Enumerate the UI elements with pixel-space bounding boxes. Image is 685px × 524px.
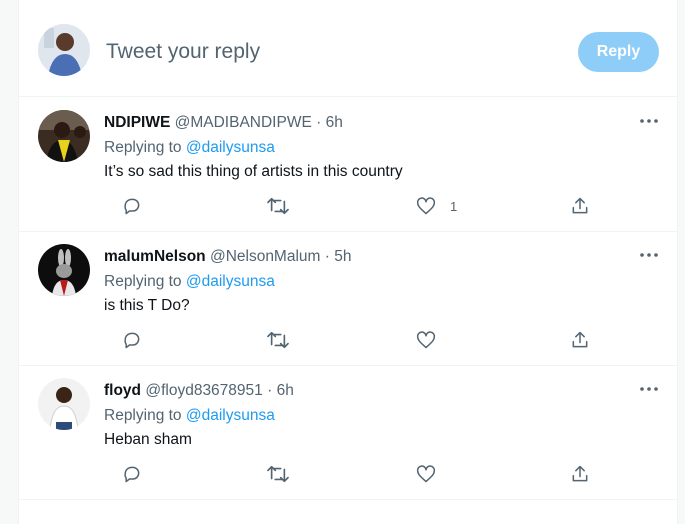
replying-label: Replying to [104, 407, 182, 424]
like-action[interactable] [416, 329, 450, 351]
separator: · [316, 114, 322, 131]
tweet-text: Heban sham [104, 431, 192, 448]
mention-link[interactable]: @dailysunsa [186, 273, 275, 290]
handle[interactable]: @floyd83678951 [145, 382, 262, 399]
replying-label: Replying to [104, 139, 182, 156]
retweet-action[interactable] [267, 463, 289, 485]
avatar[interactable] [38, 244, 90, 296]
retweet-action[interactable] [267, 195, 289, 217]
reply-button[interactable]: Reply [578, 32, 659, 72]
replying-to: Replying to @dailysunsa [104, 139, 275, 157]
tweet-actions: 1 [104, 195, 588, 217]
share-icon [570, 330, 590, 350]
avatar[interactable] [38, 378, 90, 430]
tweet-header: malumNelson @NelsonMalum · 5h [104, 248, 352, 266]
more-icon[interactable] [635, 111, 663, 131]
reply-action[interactable] [122, 195, 142, 217]
like-action[interactable]: 1 [416, 195, 457, 217]
share-icon [570, 196, 590, 216]
avatar[interactable] [38, 110, 90, 162]
retweet-icon [267, 464, 289, 484]
mention-link[interactable]: @dailysunsa [186, 139, 275, 156]
like-icon [416, 464, 436, 484]
display-name[interactable]: malumNelson [104, 248, 206, 265]
replying-to: Replying to @dailysunsa [104, 407, 275, 425]
reply-composer: Tweet your reply Reply [19, 4, 677, 97]
display-name[interactable]: NDIPIWE [104, 114, 170, 131]
avatar[interactable] [38, 24, 90, 76]
timestamp[interactable]: 6h [277, 382, 294, 399]
share-action[interactable] [570, 195, 590, 217]
tweet-text: It’s so sad this thing of artists in thi… [104, 163, 403, 180]
like-icon [416, 330, 436, 350]
share-action[interactable] [570, 329, 590, 351]
display-name[interactable]: floyd [104, 382, 141, 399]
reply-icon [122, 464, 142, 484]
reply-icon [122, 330, 142, 350]
tweet-actions [104, 463, 588, 485]
share-icon [570, 464, 590, 484]
reply-tweet[interactable]: floyd @floyd83678951 · 6h Replying to @d… [19, 365, 677, 500]
retweet-icon [267, 196, 289, 216]
separator: · [267, 382, 273, 399]
retweet-icon [267, 330, 289, 350]
replying-to: Replying to @dailysunsa [104, 273, 275, 291]
timestamp[interactable]: 5h [334, 248, 351, 265]
reply-tweet[interactable]: NDIPIWE @MADIBANDIPWE · 6h Replying to @… [19, 97, 677, 232]
tweet-header: NDIPIWE @MADIBANDIPWE · 6h [104, 114, 343, 132]
timestamp[interactable]: 6h [326, 114, 343, 131]
conversation-column: Tweet your reply Reply NDIPIWE @MADIBAND… [18, 0, 678, 524]
handle[interactable]: @NelsonMalum [210, 248, 321, 265]
tweet-header: floyd @floyd83678951 · 6h [104, 382, 294, 400]
mention-link[interactable]: @dailysunsa [186, 407, 275, 424]
share-action[interactable] [570, 463, 590, 485]
like-icon [416, 196, 436, 216]
separator: · [324, 248, 330, 265]
reply-icon [122, 196, 142, 216]
handle[interactable]: @MADIBANDIPWE [175, 114, 312, 131]
replying-label: Replying to [104, 273, 182, 290]
reply-action[interactable] [122, 329, 142, 351]
reply-action[interactable] [122, 463, 142, 485]
more-icon[interactable] [635, 245, 663, 265]
retweet-action[interactable] [267, 329, 289, 351]
like-action[interactable] [416, 463, 450, 485]
reply-tweet[interactable]: malumNelson @NelsonMalum · 5h Replying t… [19, 231, 677, 366]
like-count: 1 [450, 198, 458, 214]
tweet-text: is this T Do? [104, 297, 190, 314]
tweet-actions [104, 329, 588, 351]
reply-input[interactable]: Tweet your reply [106, 40, 260, 64]
more-icon[interactable] [635, 379, 663, 399]
